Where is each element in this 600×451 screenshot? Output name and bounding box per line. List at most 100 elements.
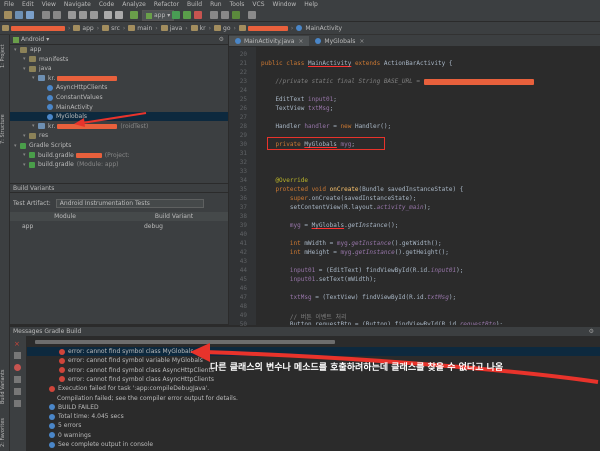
- close-icon[interactable]: ×: [359, 38, 364, 45]
- debug-icon[interactable]: [183, 11, 191, 19]
- message-text: 5 errors: [58, 422, 82, 430]
- tree-item[interactable]: ▾ kr.: [10, 74, 228, 83]
- export-icon[interactable]: [14, 400, 21, 407]
- menu-window[interactable]: Window: [269, 0, 301, 9]
- tree-item-label: ConstantValues: [56, 94, 103, 101]
- avd-manager-icon[interactable]: [221, 11, 229, 19]
- line-number: 33: [239, 168, 247, 175]
- undo-icon[interactable]: [42, 11, 50, 19]
- package-icon: [38, 123, 45, 130]
- message-row[interactable]: 0 warnings: [27, 431, 600, 440]
- sdk-manager-icon[interactable]: [210, 11, 218, 19]
- menu-vcs[interactable]: VCS: [248, 0, 268, 9]
- menu-run[interactable]: Run: [206, 0, 226, 9]
- paste-icon[interactable]: [90, 11, 98, 19]
- line-number: 32: [239, 159, 247, 166]
- line-number: 48: [239, 303, 247, 310]
- menu-navigate[interactable]: Navigate: [60, 0, 95, 9]
- class-icon: [47, 104, 53, 111]
- message-row[interactable]: See complete output in console: [27, 440, 600, 449]
- message-text: 0 warnings: [58, 431, 91, 439]
- tree-item-label: java: [39, 65, 52, 73]
- menu-view[interactable]: View: [38, 0, 60, 9]
- tree-item[interactable]: ▾ app: [10, 45, 228, 54]
- menu-help[interactable]: Help: [300, 0, 322, 9]
- tree-item[interactable]: AsyncHttpClients: [10, 83, 228, 92]
- stop-icon[interactable]: [194, 11, 202, 19]
- run-icon[interactable]: [172, 11, 180, 19]
- tab-myglobals[interactable]: MyGlobals ×: [309, 36, 370, 46]
- redacted-label: [57, 75, 118, 81]
- breadcrumb-redacted[interactable]: [237, 25, 290, 31]
- menu-refactor[interactable]: Refactor: [150, 0, 183, 9]
- test-artifact-select[interactable]: Android Instrumentation Tests: [55, 199, 204, 208]
- editor-tab-bar: MainActivity.java × MyGlobals ×: [229, 35, 600, 47]
- open-folder-icon[interactable]: [4, 11, 12, 19]
- tree-item-label: build.gradle: [38, 151, 74, 159]
- close-icon[interactable]: ×: [14, 340, 20, 348]
- breadcrumb-item[interactable]: MainActivity: [294, 25, 344, 32]
- messages-toolbar: ×: [10, 336, 26, 451]
- breadcrumb-item[interactable]: app: [71, 25, 95, 32]
- line-number: 34: [239, 177, 247, 184]
- menu-edit[interactable]: Edit: [18, 0, 38, 9]
- folder-icon: [128, 25, 136, 31]
- editor-gutter: 20 21 22 23 24 25 26 27 28 29 30 31 32 33 34 35 36 37 38 39…: [229, 47, 256, 328]
- tree-item[interactable]: ▾ build.gradle (Project:: [10, 151, 228, 160]
- tree-item-label: app: [30, 46, 42, 53]
- tree-item[interactable]: ▾ res: [10, 131, 228, 140]
- menu-build[interactable]: Build: [183, 0, 206, 9]
- help-icon[interactable]: [248, 11, 256, 19]
- structure-tool-tab[interactable]: 7: Structure: [0, 111, 9, 147]
- expand-icon[interactable]: [14, 376, 21, 383]
- breadcrumb-item[interactable]: main: [126, 25, 154, 32]
- breadcrumb-item[interactable]: java: [159, 25, 185, 32]
- settings-gear-icon[interactable]: ⚙: [219, 36, 224, 43]
- menu-analyze[interactable]: Analyze: [118, 0, 150, 9]
- breadcrumb-project[interactable]: [0, 25, 67, 31]
- tree-item[interactable]: ConstantValues: [10, 93, 228, 102]
- tree-item[interactable]: ▾ Gradle Scripts: [10, 141, 228, 150]
- close-icon[interactable]: ×: [298, 38, 303, 45]
- tree-item[interactable]: ▾ build.gradle (Module: app): [10, 160, 228, 169]
- menu-tools[interactable]: Tools: [226, 0, 249, 9]
- line-number: 28: [239, 123, 247, 130]
- find-icon[interactable]: [104, 11, 112, 19]
- tree-item[interactable]: ▾ manifests: [10, 55, 228, 64]
- tree-item[interactable]: ▾ java: [10, 64, 228, 73]
- run-config-select[interactable]: app ▾: [142, 10, 175, 21]
- menu-code[interactable]: Code: [95, 0, 118, 9]
- collapse-icon[interactable]: [14, 388, 21, 395]
- breadcrumb-item[interactable]: src: [100, 25, 122, 32]
- message-row[interactable]: 5 errors: [27, 421, 600, 430]
- annotation-arrow-tree: [74, 112, 147, 127]
- breadcrumb-item[interactable]: go: [212, 25, 232, 32]
- breadcrumb-item[interactable]: kr: [189, 25, 208, 32]
- line-number: 41: [239, 240, 247, 247]
- replace-icon[interactable]: [115, 11, 123, 19]
- message-row[interactable]: BUILD FAILED: [27, 403, 600, 412]
- message-row[interactable]: Total time: 4.045 secs: [27, 412, 600, 421]
- save-icon[interactable]: [15, 11, 23, 19]
- android-device-monitor-icon[interactable]: [232, 11, 240, 19]
- message-text: BUILD FAILED: [58, 403, 99, 411]
- message-row[interactable]: Compilation failed; see the compiler err…: [27, 394, 600, 403]
- cut-icon[interactable]: [68, 11, 76, 19]
- folder-icon: [102, 25, 110, 31]
- error-filter-icon[interactable]: [14, 364, 21, 371]
- make-icon[interactable]: [130, 11, 138, 19]
- copy-icon[interactable]: [79, 11, 87, 19]
- menu-file[interactable]: File: [0, 0, 18, 9]
- table-row[interactable]: app debug: [10, 222, 228, 231]
- tab-mainactivity[interactable]: MainActivity.java ×: [229, 36, 310, 46]
- project-tool-tab[interactable]: 1: Project: [0, 39, 9, 73]
- code-editor[interactable]: public class MainActivity extends Action…: [257, 47, 600, 325]
- sync-icon[interactable]: [26, 11, 34, 19]
- favorites-tool-tab[interactable]: 2: Favorites: [0, 415, 9, 449]
- gradle-icon: [29, 161, 35, 168]
- build-variants-tool-tab[interactable]: Build Variants: [0, 365, 9, 409]
- project-view-selector[interactable]: Android: [21, 36, 44, 43]
- rerun-icon[interactable]: [14, 352, 21, 359]
- settings-gear-icon[interactable]: ⚙: [589, 328, 594, 335]
- redo-icon[interactable]: [53, 11, 61, 19]
